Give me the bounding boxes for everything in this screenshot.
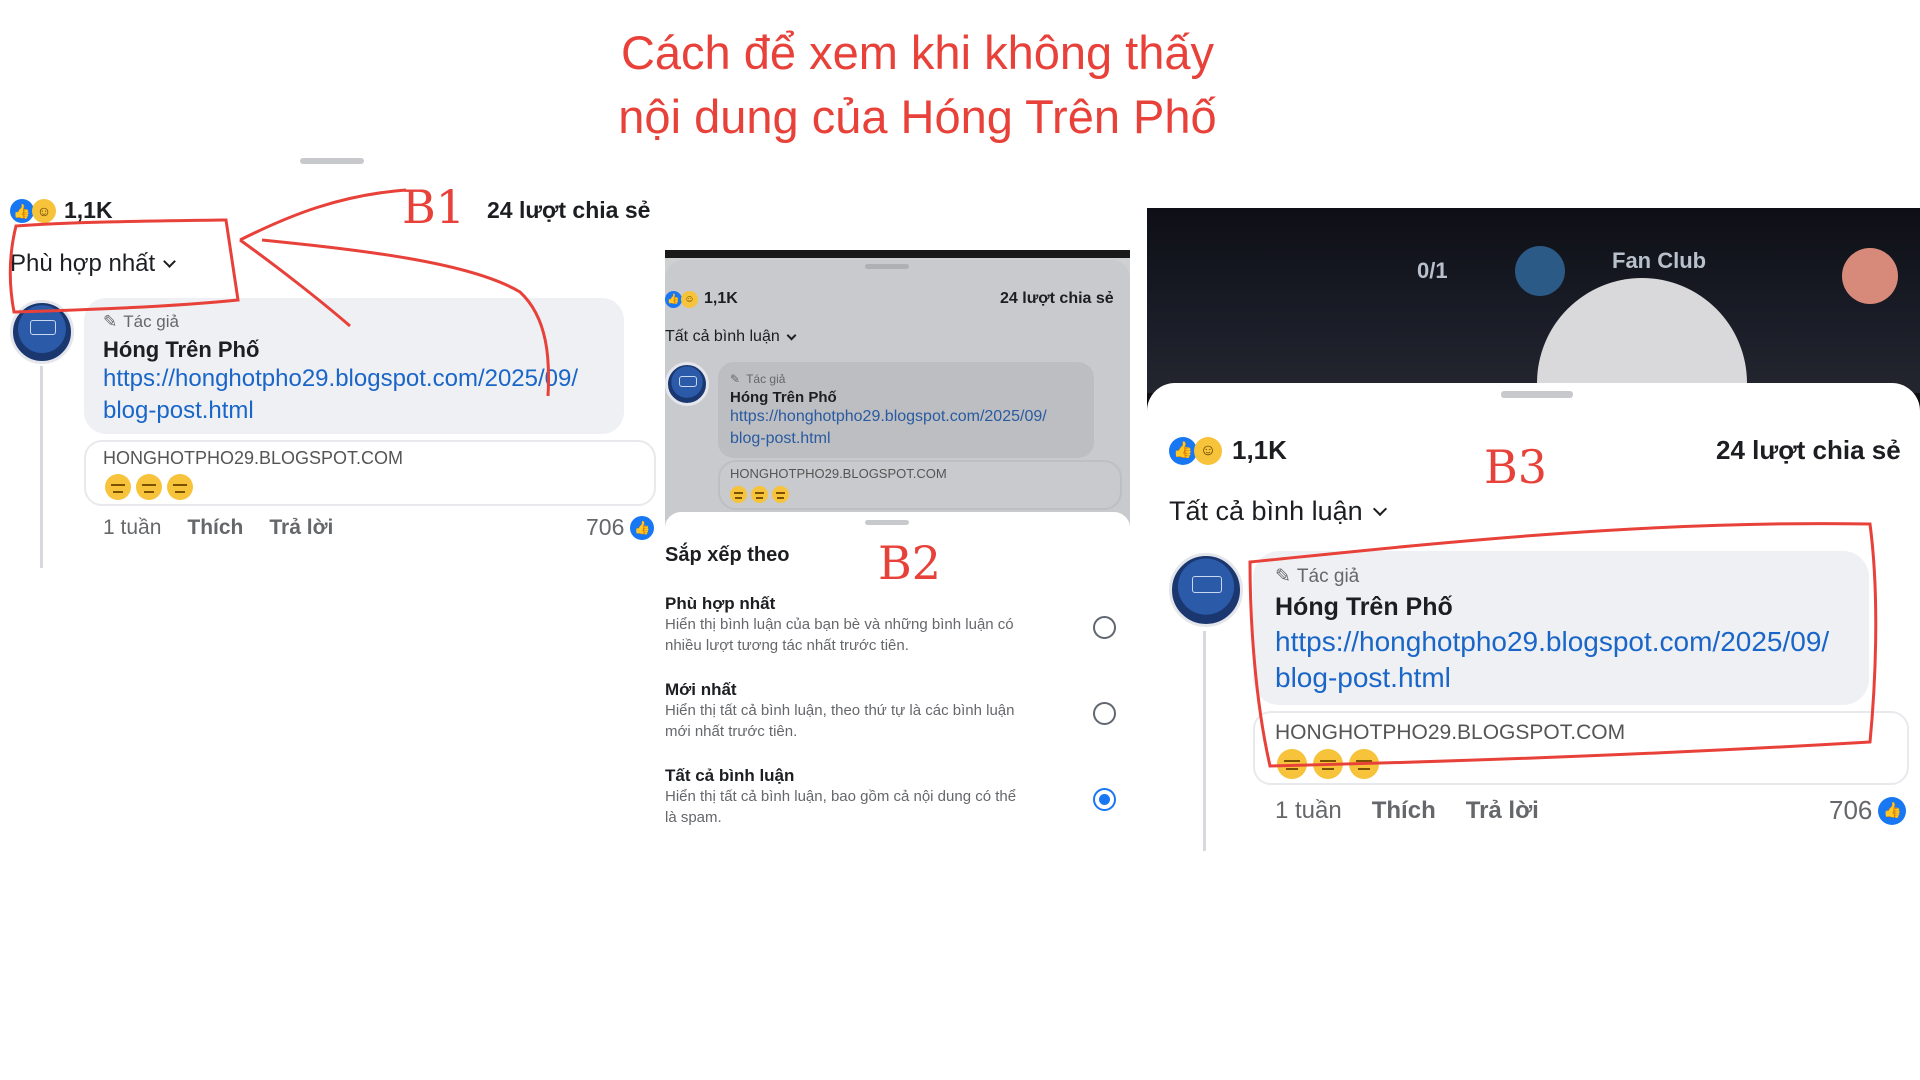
- arrow-head-b1: [239, 238, 351, 328]
- arrow-tail-b1: [261, 238, 551, 397]
- annotation-overlay: [8, 188, 1878, 768]
- highlight-circle-b1: [8, 218, 240, 314]
- highlight-box-b3: [1248, 522, 1878, 768]
- arrow-shaft-b1: [239, 188, 407, 242]
